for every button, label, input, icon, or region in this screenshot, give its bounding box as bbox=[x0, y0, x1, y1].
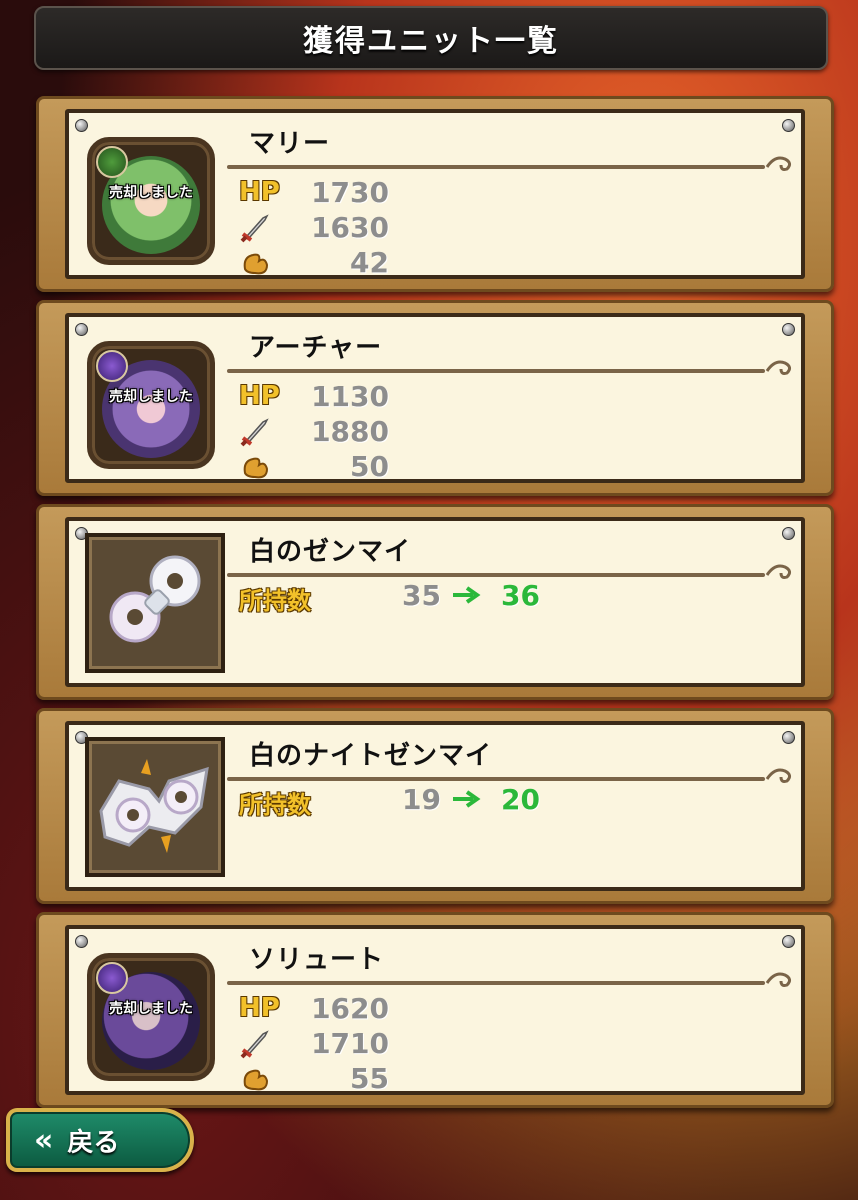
sold-label: 売却しました bbox=[109, 389, 193, 405]
white-night-spring-icon bbox=[99, 759, 209, 853]
curl-ornament-icon bbox=[765, 564, 792, 579]
unit-name: アーチャー bbox=[249, 333, 383, 363]
nail-icon bbox=[782, 527, 795, 540]
dark-icon bbox=[96, 962, 128, 994]
card-panel: 売却しました ★ 2 マリー HP 1730 1630 42 bbox=[65, 109, 805, 279]
divider bbox=[227, 981, 765, 985]
possession-after: 20 bbox=[501, 783, 540, 816]
sword-icon bbox=[239, 414, 299, 448]
curl-ornament-icon bbox=[765, 972, 792, 987]
hp-label: HP bbox=[239, 381, 280, 411]
item-name: 白のナイトゼンマイ bbox=[249, 741, 493, 771]
card-panel: 売却しました ★ 2 ソリュート HP 1620 1710 55 bbox=[65, 925, 805, 1095]
star-icon: ★ bbox=[118, 260, 145, 261]
nail-icon bbox=[782, 119, 795, 132]
cost-row: 50 bbox=[239, 449, 389, 483]
curl-ornament-icon bbox=[765, 768, 792, 783]
cost-row: 42 bbox=[239, 245, 389, 279]
hp-value: 1730 bbox=[311, 175, 389, 209]
unit-name: ソリュート bbox=[249, 945, 385, 975]
nail-icon bbox=[75, 119, 88, 132]
card-panel: 白のナイトゼンマイ 所持数 19 20 bbox=[65, 721, 805, 891]
attack-value: 1880 bbox=[311, 414, 389, 448]
possession-label: 所持数 bbox=[239, 587, 311, 615]
hp-row: HP 1730 bbox=[239, 175, 389, 209]
sold-label: 売却しました bbox=[109, 185, 193, 201]
cost-icon bbox=[239, 449, 299, 483]
possession-after: 36 bbox=[501, 579, 540, 612]
card-panel: 白のゼンマイ 所持数 35 36 bbox=[65, 517, 805, 687]
hp-label: HP bbox=[239, 993, 280, 1023]
rarity-value: 2 bbox=[147, 1076, 168, 1077]
cost-row: 55 bbox=[239, 1061, 389, 1095]
sold-label: 売却しました bbox=[109, 1001, 193, 1017]
attack-row: 1880 bbox=[239, 414, 389, 448]
attack-row: 1630 bbox=[239, 210, 389, 244]
hp-row: HP 1620 bbox=[239, 991, 389, 1025]
attack-value: 1630 bbox=[311, 210, 389, 244]
item-card-white-spring: 白のゼンマイ 所持数 35 36 bbox=[36, 504, 834, 700]
item-card-white-night-spring: 白のナイトゼンマイ 所持数 19 20 bbox=[36, 708, 834, 904]
star-icon: ★ bbox=[118, 464, 145, 465]
item-name: 白のゼンマイ bbox=[249, 537, 412, 567]
unit-name: マリー bbox=[249, 129, 331, 159]
rarity: ★ 2 bbox=[118, 260, 168, 261]
attack-value: 1710 bbox=[311, 1026, 389, 1060]
unit-portrait[interactable]: 売却しました ★ 2 bbox=[87, 137, 215, 265]
white-spring-icon bbox=[109, 555, 201, 643]
hp-value: 1620 bbox=[311, 991, 389, 1025]
double-chevron-left-icon: « bbox=[34, 1122, 54, 1158]
star-icon: ★ bbox=[118, 1076, 145, 1077]
unit-card-mari: 売却しました ★ 2 マリー HP 1730 1630 42 bbox=[36, 96, 834, 292]
cost-icon bbox=[239, 245, 299, 279]
hp-row: HP 1130 bbox=[239, 379, 389, 413]
curl-ornament-icon bbox=[765, 156, 792, 171]
back-button[interactable]: « 戻る bbox=[6, 1108, 194, 1172]
nail-icon bbox=[75, 323, 88, 336]
rarity-value: 1 bbox=[147, 464, 168, 465]
nail-icon bbox=[782, 323, 795, 336]
divider bbox=[227, 573, 765, 577]
hp-value: 1130 bbox=[311, 379, 389, 413]
possession-before: 19 bbox=[402, 783, 441, 816]
arrow-right-icon bbox=[453, 586, 481, 604]
title-bar: 獲得ユニット一覧 bbox=[34, 6, 828, 70]
hp-label: HP bbox=[239, 177, 280, 207]
sword-icon bbox=[239, 210, 299, 244]
page-title: 獲得ユニット一覧 bbox=[303, 24, 559, 59]
rarity: ★ 2 bbox=[118, 1076, 168, 1077]
divider bbox=[227, 777, 765, 781]
unit-portrait[interactable]: 売却しました ★ 2 bbox=[87, 953, 215, 1081]
nail-icon bbox=[782, 731, 795, 744]
rarity-value: 2 bbox=[147, 260, 168, 261]
cost-value: 55 bbox=[350, 1061, 389, 1095]
sword-icon bbox=[239, 1026, 299, 1060]
arrow-right-icon bbox=[453, 790, 481, 808]
dark-icon bbox=[96, 350, 128, 382]
possession-before: 35 bbox=[402, 579, 441, 612]
leaf-icon bbox=[96, 146, 128, 178]
card-panel: 売却しました ★ 1 アーチャー HP 1130 1880 50 bbox=[65, 313, 805, 483]
unit-card-archer: 売却しました ★ 1 アーチャー HP 1130 1880 50 bbox=[36, 300, 834, 496]
unit-card-solute: 売却しました ★ 2 ソリュート HP 1620 1710 55 bbox=[36, 912, 834, 1108]
curl-ornament-icon bbox=[765, 360, 792, 375]
nail-icon bbox=[75, 935, 88, 948]
item-image-frame[interactable] bbox=[85, 533, 225, 673]
rarity: ★ 1 bbox=[118, 464, 168, 465]
possession-label: 所持数 bbox=[239, 791, 311, 819]
back-label: 戻る bbox=[67, 1127, 120, 1158]
attack-row: 1710 bbox=[239, 1026, 389, 1060]
nail-icon bbox=[782, 935, 795, 948]
cost-icon bbox=[239, 1061, 299, 1095]
cost-value: 42 bbox=[350, 245, 389, 279]
unit-portrait[interactable]: 売却しました ★ 1 bbox=[87, 341, 215, 469]
cost-value: 50 bbox=[350, 449, 389, 483]
divider bbox=[227, 369, 765, 373]
divider bbox=[227, 165, 765, 169]
item-image-frame[interactable] bbox=[85, 737, 225, 877]
